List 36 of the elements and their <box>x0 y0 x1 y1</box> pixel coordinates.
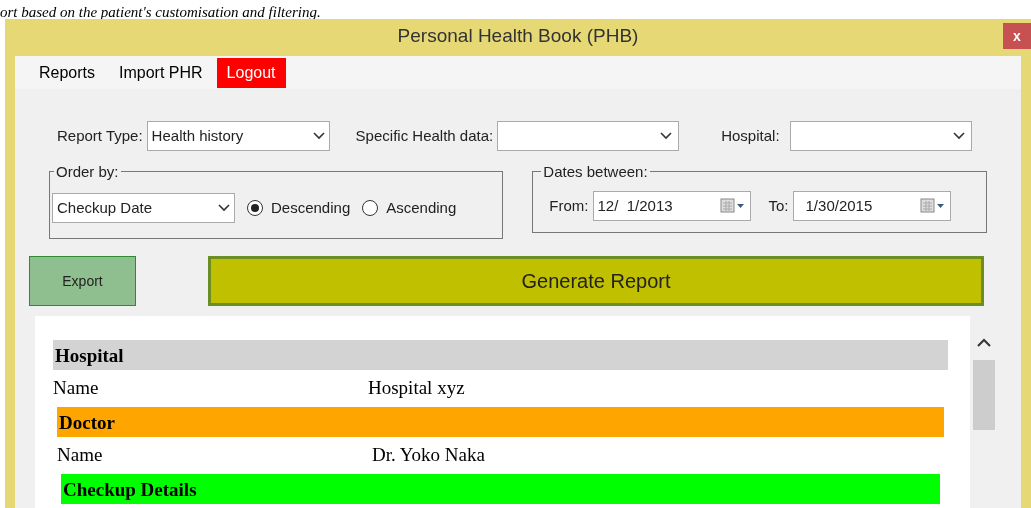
menu-item[interactable]: Import PHR <box>109 57 213 88</box>
field-value: Hospital xyz <box>368 376 465 401</box>
scroll-up-icon[interactable] <box>976 338 991 348</box>
chevron-down-icon <box>660 132 673 140</box>
chevron-down-icon <box>952 132 965 140</box>
export-button[interactable]: Export <box>29 256 136 306</box>
caption: ort based on the patient's customisation and filtering. <box>0 4 321 20</box>
to-label: To: <box>768 195 789 216</box>
section-header: Doctor <box>57 407 944 437</box>
to-date-picker[interactable]: 1/30/2015 <box>792 191 951 221</box>
calendar-dropdown-icon <box>719 198 746 214</box>
window-title: Personal Health Book (PHB) <box>397 23 639 48</box>
close-button[interactable]: x <box>1003 23 1031 49</box>
hospital-dropdown[interactable] <box>789 121 972 151</box>
section-header: Hospital <box>53 340 948 370</box>
field-label: Name <box>53 376 100 401</box>
chevron-down-icon <box>218 204 230 212</box>
chevron-down-icon <box>312 132 325 140</box>
menu-item[interactable]: Logout <box>216 57 286 88</box>
scroll-thumb[interactable] <box>972 360 995 430</box>
radio-option[interactable]: Descending <box>247 196 351 220</box>
calendar-dropdown-icon <box>919 198 946 214</box>
field-value: Dr. Yoko Naka <box>372 443 485 468</box>
health-data-dropdown[interactable] <box>497 121 680 151</box>
section-header: Checkup Details <box>61 474 940 504</box>
from-label: From: <box>549 195 589 216</box>
from-date-picker[interactable]: 12/ 1/2013 <box>592 191 751 221</box>
hospital-label: Hospital: <box>721 125 780 146</box>
report-type-dropdown[interactable]: Health history <box>146 121 330 151</box>
generate-report-button[interactable]: Generate Report <box>208 256 984 306</box>
report-type-label: Report Type: <box>57 125 143 146</box>
menu-item[interactable]: Reports <box>29 57 106 88</box>
field-label: Name <box>57 443 104 468</box>
radio-option[interactable]: Ascending <box>362 196 457 220</box>
health-data-label: Specific Health data: <box>355 125 494 146</box>
order-by-dropdown[interactable]: Checkup Date <box>52 193 235 223</box>
